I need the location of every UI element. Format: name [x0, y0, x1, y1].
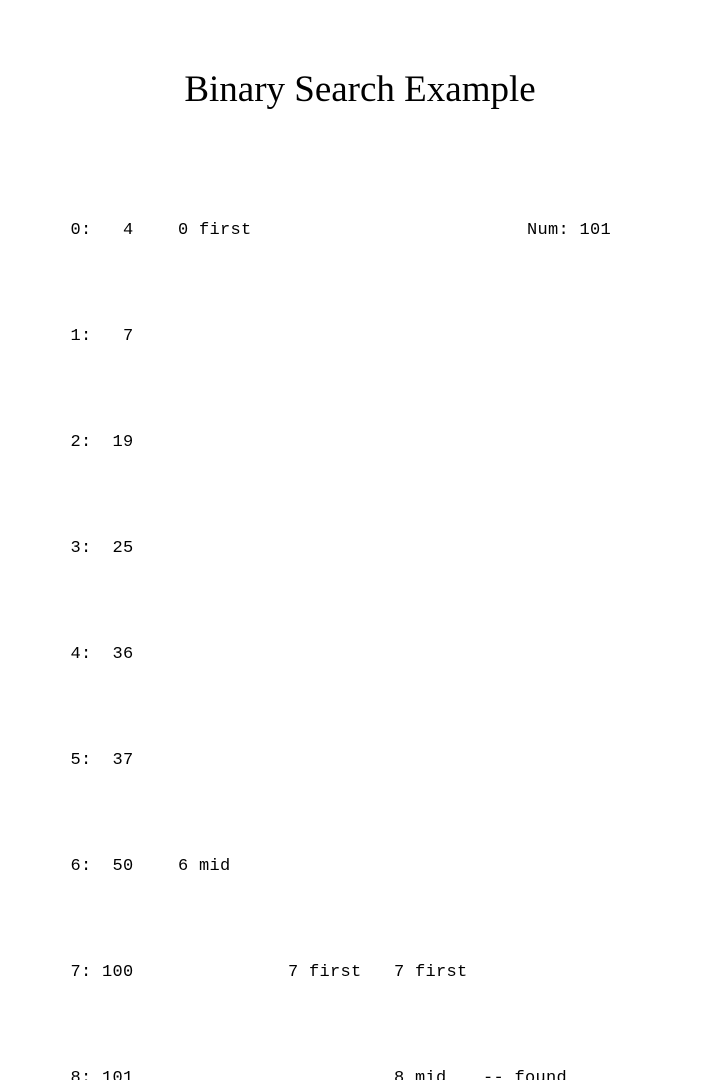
trace-marker-pass1: 6 mid: [178, 854, 231, 881]
table-row: 2: 19: [60, 430, 700, 457]
page-title: Binary Search Example: [0, 68, 720, 112]
trace-marker-result: -- found: [483, 1066, 567, 1080]
table-row: 5: 37: [60, 748, 700, 775]
table-row: 0: 4 0 first Num: 101: [60, 218, 700, 245]
table-row: 3: 25: [60, 536, 700, 563]
trace-marker-pass1: 0 first: [178, 218, 252, 245]
table-row: 4: 36: [60, 642, 700, 669]
table-row: 8: 101 8 mid -- found: [60, 1066, 700, 1080]
array-entry: 0: 4: [60, 218, 158, 245]
array-entry: 3: 25: [60, 536, 158, 563]
trace-marker-pass2: 7 first: [288, 960, 362, 987]
slide-canvas: Binary Search Example 0: 4 0 first Num: …: [0, 0, 720, 540]
array-entry: 8: 101: [60, 1066, 158, 1080]
array-entry: 7: 100: [60, 960, 158, 987]
trace-marker-pass3: 7 first: [394, 960, 468, 987]
array-entry: 1: 7: [60, 324, 158, 351]
table-row: 1: 7: [60, 324, 700, 351]
array-entry: 6: 50: [60, 854, 158, 881]
array-entry: 2: 19: [60, 430, 158, 457]
table-row: 6: 50 6 mid: [60, 854, 700, 881]
binary-search-trace: 0: 4 0 first Num: 101 1: 7 2: 19 3: 25: [60, 138, 700, 1080]
search-target-label: Num: 101: [527, 218, 611, 245]
array-entry: 4: 36: [60, 642, 158, 669]
table-row: 7: 100 7 first 7 first: [60, 960, 700, 987]
trace-marker-pass3: 8 mid: [394, 1066, 447, 1080]
array-entry: 5: 37: [60, 748, 158, 775]
